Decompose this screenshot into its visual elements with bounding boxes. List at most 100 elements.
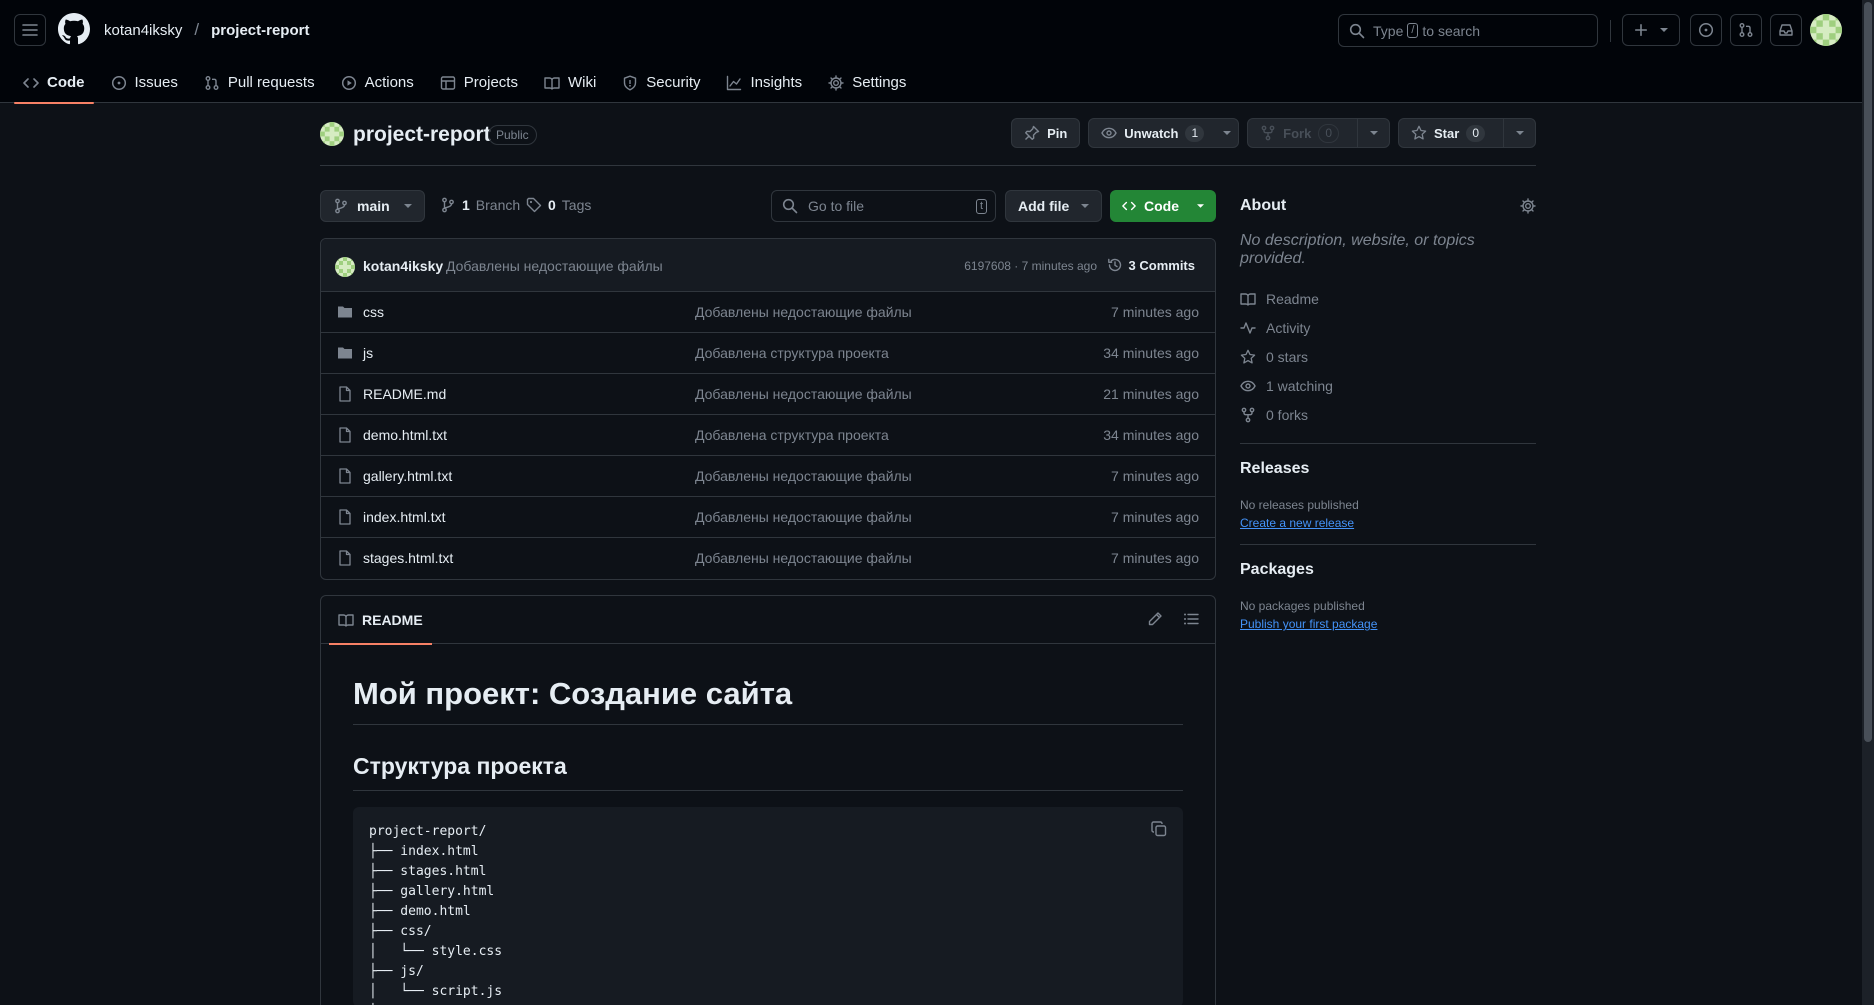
fork-button[interactable]: Fork 0: [1247, 118, 1391, 148]
breadcrumb: kotan4iksky / project-report: [104, 20, 309, 40]
file-name[interactable]: stages.html.txt: [363, 550, 453, 566]
search-prefix: Type: [1373, 22, 1404, 39]
tab-code[interactable]: Code: [14, 62, 94, 104]
list-outline-icon[interactable]: [1183, 611, 1199, 627]
star-dropdown[interactable]: [1503, 119, 1535, 147]
pin-label: Pin: [1047, 125, 1068, 141]
fork-dropdown[interactable]: [1357, 119, 1389, 147]
file-name[interactable]: js: [363, 345, 373, 361]
file-name[interactable]: css: [363, 304, 384, 320]
breadcrumb-separator: /: [194, 20, 200, 39]
repo-name[interactable]: project-report: [353, 123, 491, 147]
commit-author[interactable]: kotan4iksky: [363, 258, 443, 274]
breadcrumb-repo[interactable]: project-report: [211, 22, 309, 39]
branches-link[interactable]: 1 Branch: [440, 197, 520, 213]
inbox-button[interactable]: [1770, 14, 1802, 46]
tab-wiki[interactable]: Wiki: [535, 62, 605, 103]
pull-request-icon: [205, 75, 219, 90]
search-input[interactable]: Type / to search: [1338, 14, 1598, 47]
file-row[interactable]: index.html.txt Добавлены недостающие файл…: [321, 497, 1215, 538]
github-logo-icon[interactable]: [58, 13, 90, 45]
visibility-badge: Public: [488, 125, 537, 145]
file-commit-time: 21 minutes ago: [1103, 386, 1199, 402]
tab-settings[interactable]: Settings: [819, 62, 915, 103]
watch-dropdown[interactable]: [1216, 119, 1238, 147]
tab-issues[interactable]: Issues: [102, 62, 187, 103]
tab-actions[interactable]: Actions: [332, 62, 423, 103]
menu-button[interactable]: [14, 14, 46, 46]
copy-icon[interactable]: [1151, 821, 1167, 837]
triangle-down-icon: [1369, 131, 1378, 135]
file-row[interactable]: README.md Добавлены недостающие файлы 21 m…: [321, 374, 1215, 415]
file-commit-message[interactable]: Добавлены недостающие файлы: [695, 550, 912, 566]
readme-tab[interactable]: README: [329, 596, 432, 645]
file-name[interactable]: README.md: [363, 386, 446, 402]
tab-insights[interactable]: Insights: [717, 62, 811, 103]
commit-hash-time[interactable]: 6197608 · 7 minutes ago: [964, 259, 1097, 273]
file-commit-message[interactable]: Добавлена структура проекта: [695, 345, 889, 361]
file-name[interactable]: index.html.txt: [363, 509, 445, 525]
file-commit-message[interactable]: Добавлены недостающие файлы: [695, 304, 912, 320]
go-to-file-input[interactable]: Go to file t: [771, 190, 996, 222]
tab-pull-requests[interactable]: Pull requests: [195, 62, 324, 103]
commit-author-avatar[interactable]: [335, 257, 355, 277]
repo-owner-avatar[interactable]: [320, 122, 344, 146]
readme-link[interactable]: Readme: [1240, 284, 1536, 313]
unwatch-button[interactable]: Unwatch 1: [1088, 118, 1240, 148]
about-description: No description, website, or topics provi…: [1240, 232, 1475, 267]
create-release-link[interactable]: Create a new release: [1240, 516, 1536, 530]
file-table: kotan4iksky Добавлены недостающие файлы …: [320, 238, 1216, 580]
star-button[interactable]: Star 0: [1398, 118, 1536, 148]
commits-link[interactable]: 3 Commits: [1107, 257, 1195, 273]
file-row[interactable]: gallery.html.txt Добавлены недостающие фа…: [321, 456, 1215, 497]
table-icon: [440, 75, 455, 90]
pull-requests-button[interactable]: [1730, 14, 1762, 46]
code-button[interactable]: Code: [1110, 190, 1216, 222]
watching-link[interactable]: 1 watching: [1240, 371, 1536, 400]
file-icon: [339, 468, 351, 484]
gear-icon[interactable]: [1520, 198, 1536, 214]
folder-icon-wrap: [337, 345, 353, 361]
stars-link[interactable]: 0 stars: [1240, 342, 1536, 371]
pin-button[interactable]: Pin: [1011, 118, 1081, 148]
repo-actions: Pin Unwatch 1 Fork 0 Star 0: [1011, 118, 1536, 148]
releases-title[interactable]: Releases: [1240, 460, 1536, 478]
branch-name: main: [357, 198, 390, 214]
publish-package-link[interactable]: Publish your first package: [1240, 617, 1536, 631]
scrollbar-thumb[interactable]: [1864, 2, 1872, 742]
tab-security[interactable]: Security: [613, 62, 709, 103]
file-row[interactable]: demo.html.txt Добавлена структура проекта…: [321, 415, 1215, 456]
file-name[interactable]: gallery.html.txt: [363, 468, 452, 484]
readme-tools: [1147, 611, 1199, 627]
folder-icon: [338, 306, 352, 318]
pencil-icon[interactable]: [1147, 611, 1163, 627]
breadcrumb-owner[interactable]: kotan4iksky: [104, 22, 182, 39]
commit-message[interactable]: Добавлены недостающие файлы: [446, 258, 663, 274]
create-new-button[interactable]: [1622, 14, 1680, 46]
packages-empty-text: No packages published: [1240, 599, 1365, 613]
branch-selector[interactable]: main: [320, 190, 425, 222]
packages-title[interactable]: Packages: [1240, 561, 1536, 579]
tags-link[interactable]: 0 Tags: [526, 197, 591, 213]
file-row[interactable]: js Добавлена структура проекта 34 minutes …: [321, 333, 1215, 374]
file-commit-message[interactable]: Добавлены недостающие файлы: [695, 468, 912, 484]
file-commit-message[interactable]: Добавлены недостающие файлы: [695, 509, 912, 525]
star-icon: [1240, 349, 1256, 364]
tab-label: Code: [47, 74, 85, 91]
add-file-button[interactable]: Add file: [1005, 190, 1103, 222]
go-to-file-shortcut: t: [975, 199, 987, 214]
file-name[interactable]: demo.html.txt: [363, 427, 447, 443]
activity-link[interactable]: Activity: [1240, 313, 1536, 342]
user-avatar[interactable]: [1810, 14, 1842, 46]
search-suffix: to search: [1422, 22, 1481, 39]
page-scrollbar[interactable]: [1862, 0, 1874, 1005]
book-icon: [544, 76, 560, 90]
issues-button[interactable]: [1690, 14, 1722, 46]
file-row[interactable]: stages.html.txt Добавлены недостающие фай…: [321, 538, 1215, 579]
file-row[interactable]: css Добавлены недостающие файлы 7 minutes …: [321, 292, 1215, 333]
forks-link[interactable]: 0 forks: [1240, 400, 1536, 429]
file-commit-message[interactable]: Добавлены недостающие файлы: [695, 386, 912, 402]
plus-icon: [1634, 23, 1648, 37]
file-commit-message[interactable]: Добавлена структура проекта: [695, 427, 889, 443]
tab-projects[interactable]: Projects: [431, 62, 527, 103]
